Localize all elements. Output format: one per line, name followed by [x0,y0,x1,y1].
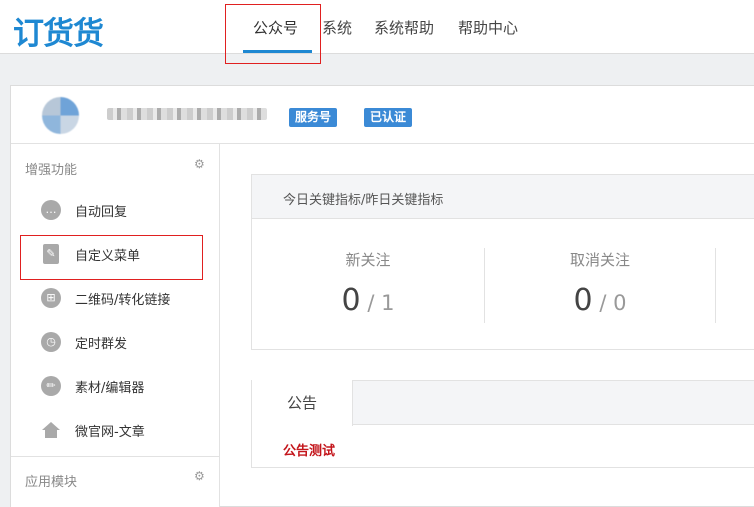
sidebar-item-label: 微官网-文章 [75,425,145,440]
brand-logo[interactable]: 订货货 [13,8,104,53]
sidebar-item-label: 二维码/转化链接 [75,293,171,308]
stat-value: 0 / 0 [573,283,627,318]
pencil-icon: ✏ [41,376,61,396]
qr-link-icon: ⊞ [41,288,61,308]
clock-icon: ◷ [41,332,61,352]
stat-yesterday-value: 0 [613,291,627,315]
stat-divider [715,248,716,323]
sidebar-item-auto-reply[interactable]: … 自动回复 [21,190,211,230]
sidebar-item-qrcode[interactable]: ⊞ 二维码/转化链接 [21,278,211,318]
gear-icon[interactable]: ⚙ [194,470,206,482]
nav-tab-official-account[interactable]: 公众号 [253,17,298,38]
sidebar: 增强功能 ⚙ … 自动回复 ✎ 自定义菜单 ⊞ 二维码/转化链接 ◷ 定时群发 … [11,144,220,507]
top-navbar: 订货货 公众号 系统 系统帮助 帮助中心 [0,0,754,54]
stat-label: 取消关注 [569,251,630,269]
sidebar-item-label: 定时群发 [75,337,128,352]
sidebar-item-label: 自定义菜单 [75,249,141,264]
service-account-badge: 服务号 [289,108,338,127]
account-name-blurred [107,108,267,120]
notice-link[interactable]: 公告测试 [283,440,335,459]
sidebar-item-label: 自动回复 [75,205,128,220]
sidebar-divider [11,456,220,457]
stat-yesterday-value: 1 [381,291,395,315]
sidebar-item-label: 素材/编辑器 [75,381,145,396]
nav-tab-system-help[interactable]: 系统帮助 [374,17,434,38]
metrics-card-header: 今日关键指标/昨日关键指标 [252,175,754,219]
stat-today-value: 0 [573,283,593,318]
account-header: 服务号 已认证 [11,86,754,144]
gear-icon[interactable]: ⚙ [194,158,206,170]
main-panel: 服务号 已认证 增强功能 ⚙ … 自动回复 ✎ 自定义菜单 ⊞ 二维码/转化链接… [10,85,754,507]
metrics-title: 今日关键指标/昨日关键指标 [283,193,444,208]
notice-card: 公告 公告测试 [251,380,754,468]
document-edit-icon: ✎ [43,244,59,264]
verified-badge: 已认证 [364,108,413,127]
account-avatar [42,97,79,134]
sidebar-item-material-editor[interactable]: ✏ 素材/编辑器 [21,366,211,406]
key-metrics-card: 今日关键指标/昨日关键指标 新关注 0 / 1 取消关注 0 / 0 [251,174,754,350]
stat-unfollows: 取消关注 0 / 0 [484,219,716,353]
sidebar-section-modules: 应用模块 [25,475,78,490]
tab-notice[interactable]: 公告 [252,380,353,426]
nav-tab-system[interactable]: 系统 [322,17,352,38]
stat-label: 新关注 [345,251,391,269]
notice-tab-bar: 公告 [252,380,754,426]
active-tab-indicator [243,50,312,53]
sidebar-section-enhanced: 增强功能 [25,163,78,178]
stat-value: 0 / 1 [341,283,395,318]
home-icon [41,420,61,440]
chat-bubble-icon: … [41,200,61,220]
nav-tab-help-center[interactable]: 帮助中心 [458,17,518,38]
sidebar-item-custom-menu[interactable]: ✎ 自定义菜单 [21,234,211,274]
stat-new-followers: 新关注 0 / 1 [252,219,484,353]
sidebar-item-scheduled-send[interactable]: ◷ 定时群发 [21,322,211,362]
stat-today-value: 0 [341,283,361,318]
sidebar-item-microsite-article[interactable]: 微官网-文章 [21,410,211,450]
